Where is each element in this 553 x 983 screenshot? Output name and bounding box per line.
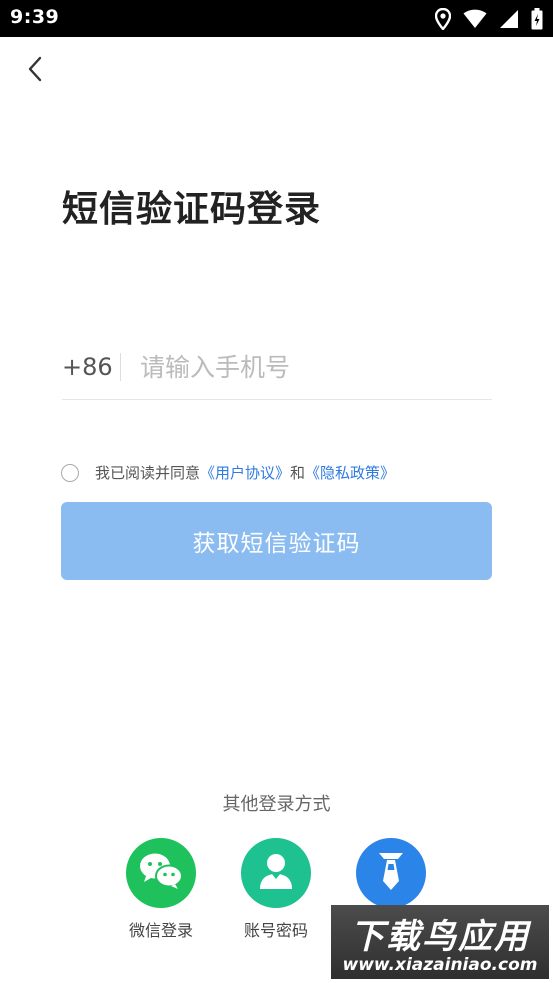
wifi-icon xyxy=(463,9,487,29)
page-title: 短信验证码登录 xyxy=(62,189,322,230)
agreement-row: 我已阅读并同意 《用户协议》 和 《隐私政策》 xyxy=(61,462,395,483)
get-sms-code-button[interactable]: 获取短信验证码 xyxy=(61,502,492,580)
phone-row: +86 xyxy=(62,335,492,400)
country-code[interactable]: +86 xyxy=(62,353,120,381)
phone-divider xyxy=(120,353,121,381)
other-login-title: 其他登录方式 xyxy=(222,794,331,815)
user-agreement-link[interactable]: 《用户协议》 xyxy=(200,462,290,483)
account-password-login-button[interactable] xyxy=(241,838,311,908)
person-icon xyxy=(258,852,294,894)
chevron-left-icon xyxy=(27,56,43,86)
phone-input[interactable] xyxy=(140,352,492,382)
status-time: 9:39 xyxy=(10,6,60,28)
account-password-login-option[interactable]: 账号密码 xyxy=(226,838,326,941)
wechat-login-button[interactable] xyxy=(126,838,196,908)
location-icon xyxy=(435,8,451,30)
back-button[interactable] xyxy=(18,54,52,88)
enterprise-login-option[interactable] xyxy=(341,838,441,908)
account-password-login-label: 账号密码 xyxy=(243,921,308,940)
enterprise-login-button[interactable] xyxy=(356,838,426,908)
watermark-title: 下载鸟应用 xyxy=(350,917,530,957)
wechat-login-label: 微信登录 xyxy=(128,921,193,940)
status-bar: 9:39 xyxy=(0,0,553,37)
privacy-policy-link[interactable]: 《隐私政策》 xyxy=(305,462,395,483)
wechat-login-option[interactable]: 微信登录 xyxy=(111,838,211,941)
agree-checkbox[interactable] xyxy=(61,463,79,482)
status-icons xyxy=(435,7,543,31)
wechat-icon xyxy=(138,851,184,895)
watermark: 下载鸟应用 www.xiazainiao.com xyxy=(331,905,549,979)
necktie-icon xyxy=(376,850,406,896)
agreement-prefix: 我已阅读并同意 xyxy=(95,464,201,482)
agreement-conjunction: 和 xyxy=(290,464,306,482)
watermark-url: www.xiazainiao.com xyxy=(342,955,538,975)
battery-icon xyxy=(531,8,543,30)
signal-icon xyxy=(499,9,519,29)
